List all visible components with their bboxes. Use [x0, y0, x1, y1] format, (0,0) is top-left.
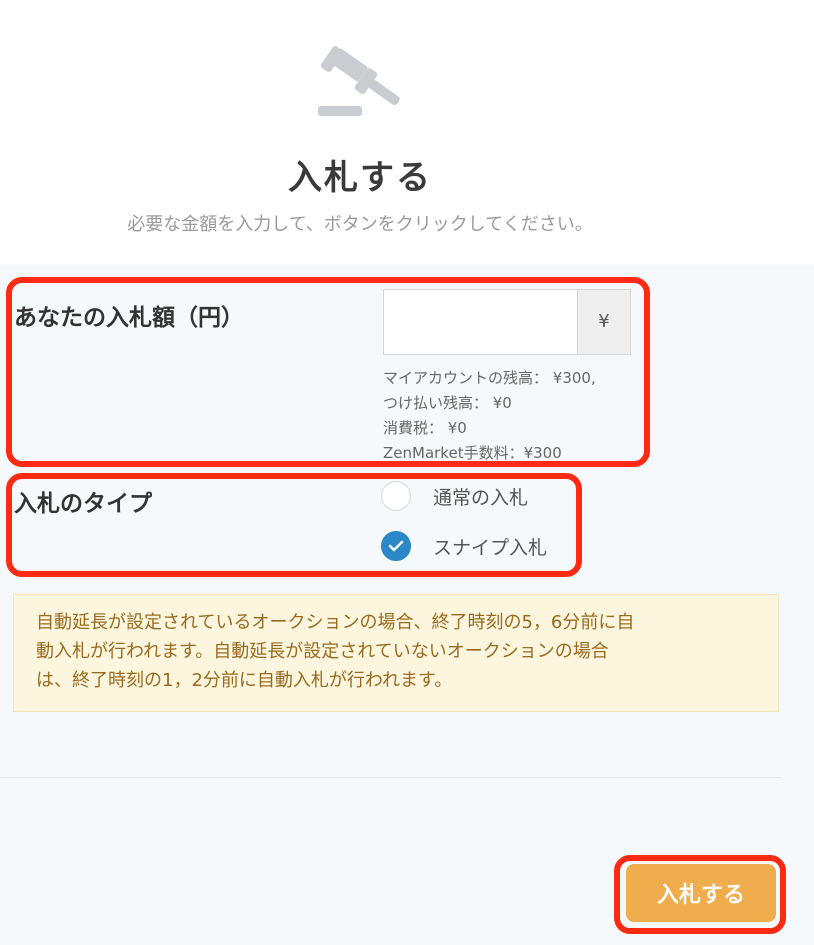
modal-header: 入札する 必要な金額を入力して、ボタンをクリックしてください。: [0, 0, 814, 265]
notice-line-2: 動入札が行われます。自動延長が設定されていないオークションの場合: [36, 641, 609, 662]
auto-bid-notice: 自動延長が設定されているオークションの場合、終了時刻の5，6分前に自 動入札が行…: [13, 594, 779, 712]
gavel-icon: [318, 46, 400, 116]
bid-type-highlight: [6, 473, 582, 577]
bid-amount-highlight: [6, 277, 650, 467]
page-title: 入札する: [288, 158, 432, 198]
notice-line-1: 自動延長が設定されているオークションの場合、終了時刻の5，6分前に自: [36, 612, 635, 633]
page-subtitle: 必要な金額を入力して、ボタンをクリックしてください。: [127, 214, 593, 235]
notice-line-3: は、終了時刻の1，2分前に自動入札が行われます。: [36, 670, 453, 691]
submit-button-highlight: [614, 855, 786, 934]
divider: [0, 777, 782, 778]
